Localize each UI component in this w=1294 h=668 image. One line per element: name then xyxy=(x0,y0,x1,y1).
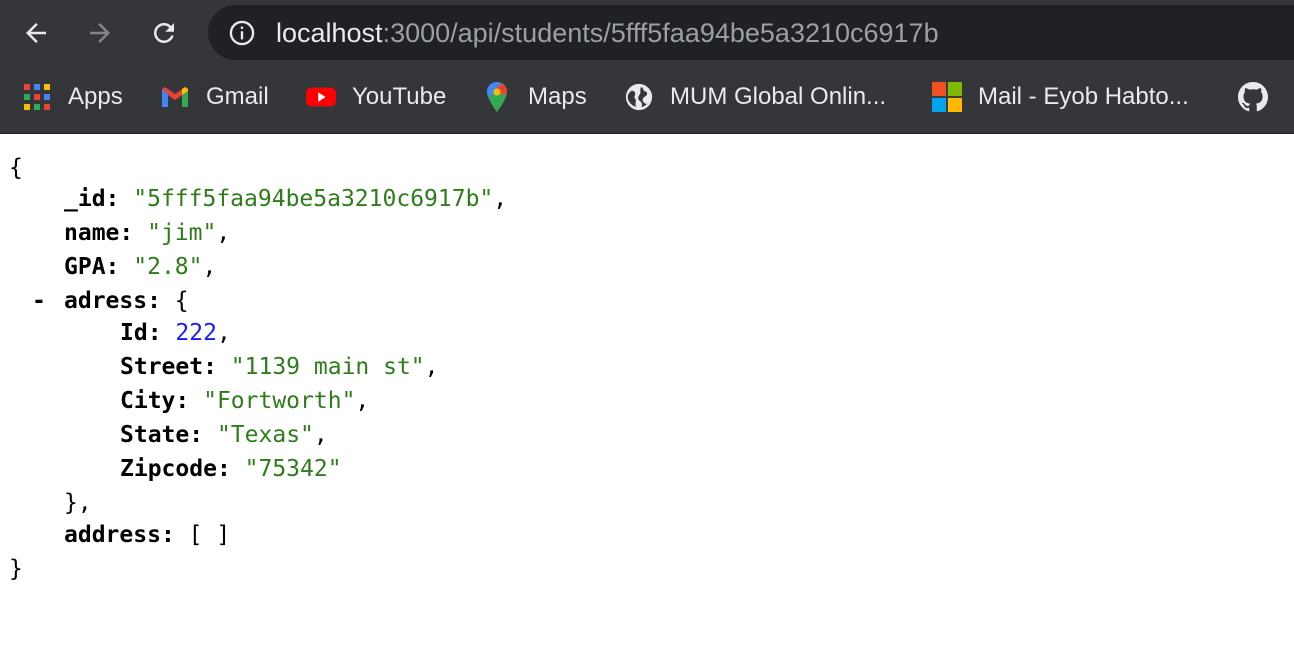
address-bar[interactable]: localhost:3000/api/students/5fff5faa94be… xyxy=(208,5,1294,60)
info-icon[interactable] xyxy=(228,19,256,47)
json-number-value[interactable]: 222 xyxy=(175,320,217,346)
json-string-value[interactable]: "75342" xyxy=(245,456,342,482)
bookmarks-bar: Apps Gmail YouTube Maps MUM Global Onlin… xyxy=(0,66,1294,134)
apps-grid-icon xyxy=(22,82,52,112)
url-host: localhost xyxy=(276,18,383,48)
microsoft-icon xyxy=(932,82,962,112)
json-adress-close: }, xyxy=(64,486,92,520)
github-icon xyxy=(1238,82,1268,112)
bookmark-label: YouTube xyxy=(352,83,447,110)
json-row-address: address: [ ] xyxy=(64,522,231,548)
bookmark-apps[interactable]: Apps xyxy=(22,80,123,114)
bookmark-label: Apps xyxy=(68,83,123,110)
json-string-value[interactable]: "2.8" xyxy=(133,254,202,280)
brace: } xyxy=(9,556,23,582)
brace: { xyxy=(9,155,23,181)
json-key: Zipcode xyxy=(120,456,217,482)
json-string-value[interactable]: "1139 main st" xyxy=(231,354,425,380)
bookmark-gmail[interactable]: Gmail xyxy=(160,80,269,114)
json-row-adress: adress: { xyxy=(64,288,189,314)
json-row-zipcode: Zipcode: "75342" xyxy=(120,456,342,482)
json-key: name xyxy=(64,220,120,246)
brace: }, xyxy=(64,490,92,516)
json-key: State xyxy=(120,422,190,448)
json-row-state: State: "Texas", xyxy=(120,422,328,448)
bookmark-mum-global[interactable]: MUM Global Onlin... xyxy=(624,80,886,114)
json-row-name: name: "jim", xyxy=(64,220,231,246)
json-row-gpa: GPA: "2.8", xyxy=(64,254,217,280)
json-string-value[interactable]: "jim" xyxy=(147,220,216,246)
brace: { xyxy=(174,288,189,314)
json-string-value[interactable]: "5fff5faa94be5a3210c6917b" xyxy=(133,186,493,212)
bookmark-label: MUM Global Onlin... xyxy=(670,83,887,110)
maps-icon xyxy=(482,82,512,112)
json-open-brace: { xyxy=(9,151,23,185)
json-key: GPA xyxy=(64,254,106,280)
json-key: adress xyxy=(64,288,148,314)
forward-button[interactable] xyxy=(80,13,120,53)
bookmark-mail[interactable]: Mail - Eyob Habto... xyxy=(932,80,1189,114)
bookmark-label: Maps xyxy=(528,83,587,110)
json-row-address-id: Id: 222, xyxy=(120,320,231,346)
json-row-street: Street: "1139 main st", xyxy=(120,354,439,380)
json-key: Street xyxy=(120,354,204,380)
json-string-value[interactable]: "Fortworth" xyxy=(203,388,355,414)
youtube-icon xyxy=(306,82,336,112)
url-path: :3000/api/students/5fff5faa94be5a3210c69… xyxy=(382,18,939,48)
bookmark-label: Mail - Eyob Habto... xyxy=(978,83,1189,110)
json-key: _id xyxy=(64,186,106,212)
forward-arrow-icon xyxy=(90,23,110,43)
json-key: Id xyxy=(120,320,148,346)
reload-button[interactable] xyxy=(144,13,184,53)
json-key: City xyxy=(120,388,176,414)
browser-toolbar: localhost:3000/api/students/5fff5faa94be… xyxy=(0,0,1294,66)
collapse-toggle[interactable]: - xyxy=(32,284,46,318)
bookmark-github[interactable] xyxy=(1238,80,1284,114)
reload-icon xyxy=(153,22,174,43)
gmail-icon xyxy=(160,82,190,112)
json-empty-array: [ ] xyxy=(188,522,231,548)
back-arrow-icon xyxy=(26,23,46,43)
json-row-id: _id: "5fff5faa94be5a3210c6917b", xyxy=(64,186,508,212)
json-viewer: { _id: "5fff5faa94be5a3210c6917b", name:… xyxy=(0,134,1294,668)
back-button[interactable] xyxy=(16,13,56,53)
bookmark-youtube[interactable]: YouTube xyxy=(306,80,446,114)
json-string-value[interactable]: "Texas" xyxy=(217,422,314,448)
json-key: address xyxy=(64,522,161,548)
json-close-brace: } xyxy=(9,552,23,586)
bookmark-label: Gmail xyxy=(206,83,269,110)
globe-icon xyxy=(624,82,654,112)
url-text[interactable]: localhost:3000/api/students/5fff5faa94be… xyxy=(276,17,939,49)
bookmark-maps[interactable]: Maps xyxy=(482,80,587,114)
json-row-city: City: "Fortworth", xyxy=(120,388,370,414)
